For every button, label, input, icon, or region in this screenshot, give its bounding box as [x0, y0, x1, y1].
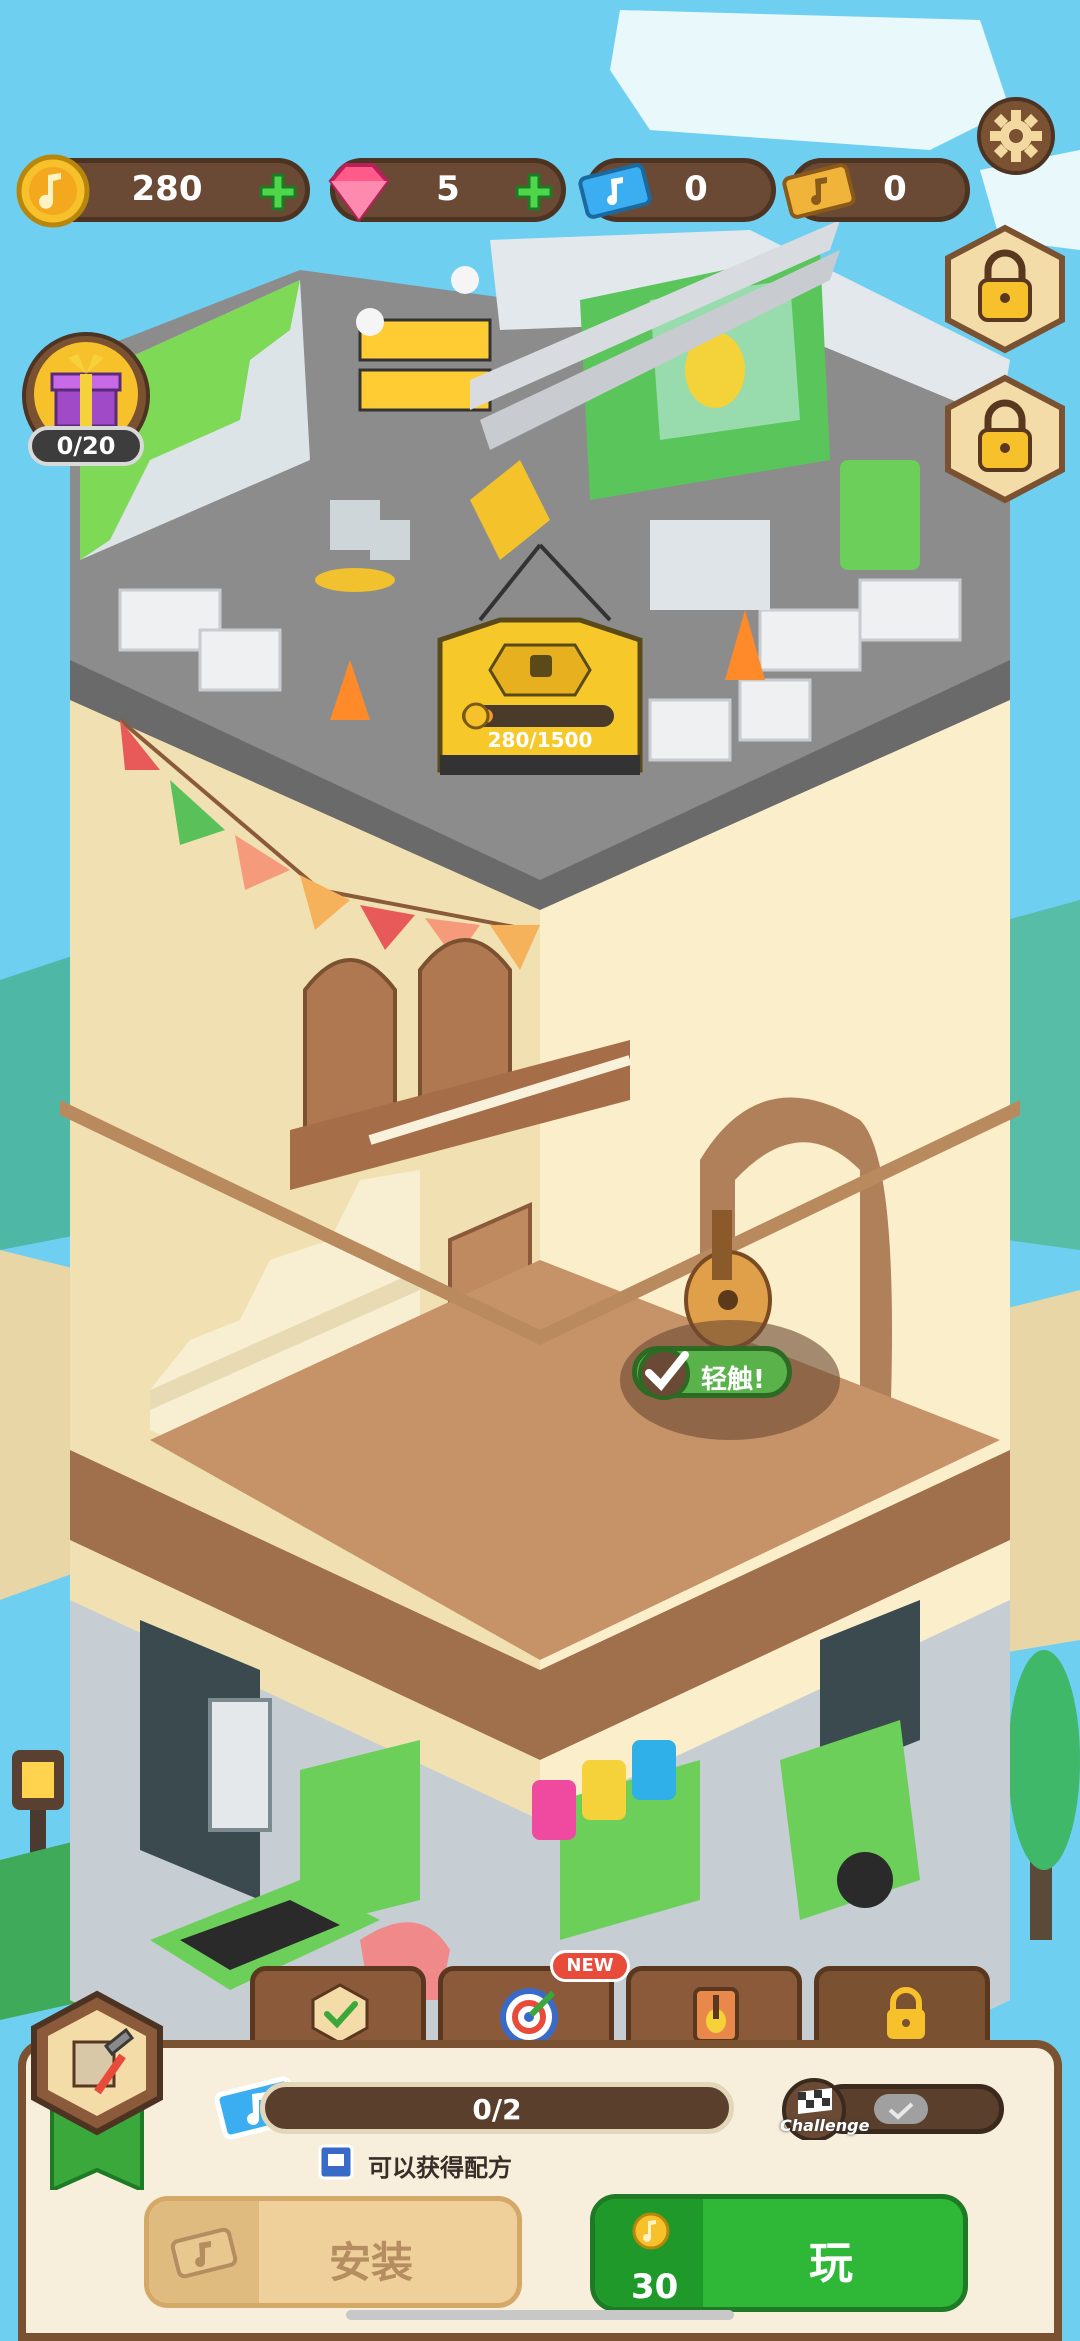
guitar-book-icon: [693, 1987, 739, 2043]
recipe-hint: 可以获得配方: [368, 2154, 512, 2182]
ticket-icon: [170, 2227, 238, 2279]
notes-currency-bar[interactable]: 280: [16, 154, 310, 228]
add-notes-icon[interactable]: [259, 173, 297, 211]
locked-slot-2[interactable]: [940, 374, 1070, 504]
tap-prompt-label: 轻触!: [701, 1365, 765, 1395]
gift-count: 0/20: [28, 426, 144, 466]
install-label: 安装: [329, 2238, 414, 2287]
play-cost: 30: [631, 2267, 679, 2307]
challenge-toggle[interactable]: Challenge: [778, 2076, 1006, 2140]
gold-tickets-count: 0: [883, 169, 907, 209]
target-icon: [500, 1988, 558, 2046]
recipe-book-icon: [318, 2144, 354, 2180]
construction-progress-label: 280/1500: [487, 728, 593, 752]
add-gems-icon[interactable]: [515, 173, 553, 211]
blue-tickets-count: 0: [684, 169, 708, 209]
ticket-progress-bar: 0/2: [260, 2082, 734, 2134]
ticket-progress-label: 0/2: [472, 2093, 522, 2126]
gold-ticket-currency-bar[interactable]: 0: [782, 158, 970, 222]
home-indicator[interactable]: [346, 2310, 734, 2320]
settings-gear-icon[interactable]: [976, 96, 1056, 176]
tap-prompt[interactable]: 轻触!: [632, 1346, 792, 1400]
gems-currency-bar[interactable]: 5: [328, 158, 566, 223]
checkmark-icon: [888, 2102, 914, 2120]
build-hammer-button[interactable]: [22, 1990, 172, 2190]
play-button[interactable]: 30 玩: [590, 2194, 968, 2312]
challenge-label: Challenge: [780, 2116, 870, 2135]
note-coin-icon: [632, 2212, 670, 2250]
locked-slot-1[interactable]: [940, 224, 1070, 354]
gift-box-button[interactable]: 0/20: [20, 330, 152, 470]
install-button[interactable]: 安装: [144, 2196, 522, 2308]
checkmark-icon: [638, 1348, 690, 1400]
blue-ticket-currency-bar[interactable]: 0: [578, 158, 776, 222]
checklist-icon: [311, 1983, 369, 2045]
new-badge: NEW: [550, 1950, 630, 1982]
play-label: 玩: [809, 2238, 853, 2289]
lock-icon: [887, 1987, 925, 2039]
